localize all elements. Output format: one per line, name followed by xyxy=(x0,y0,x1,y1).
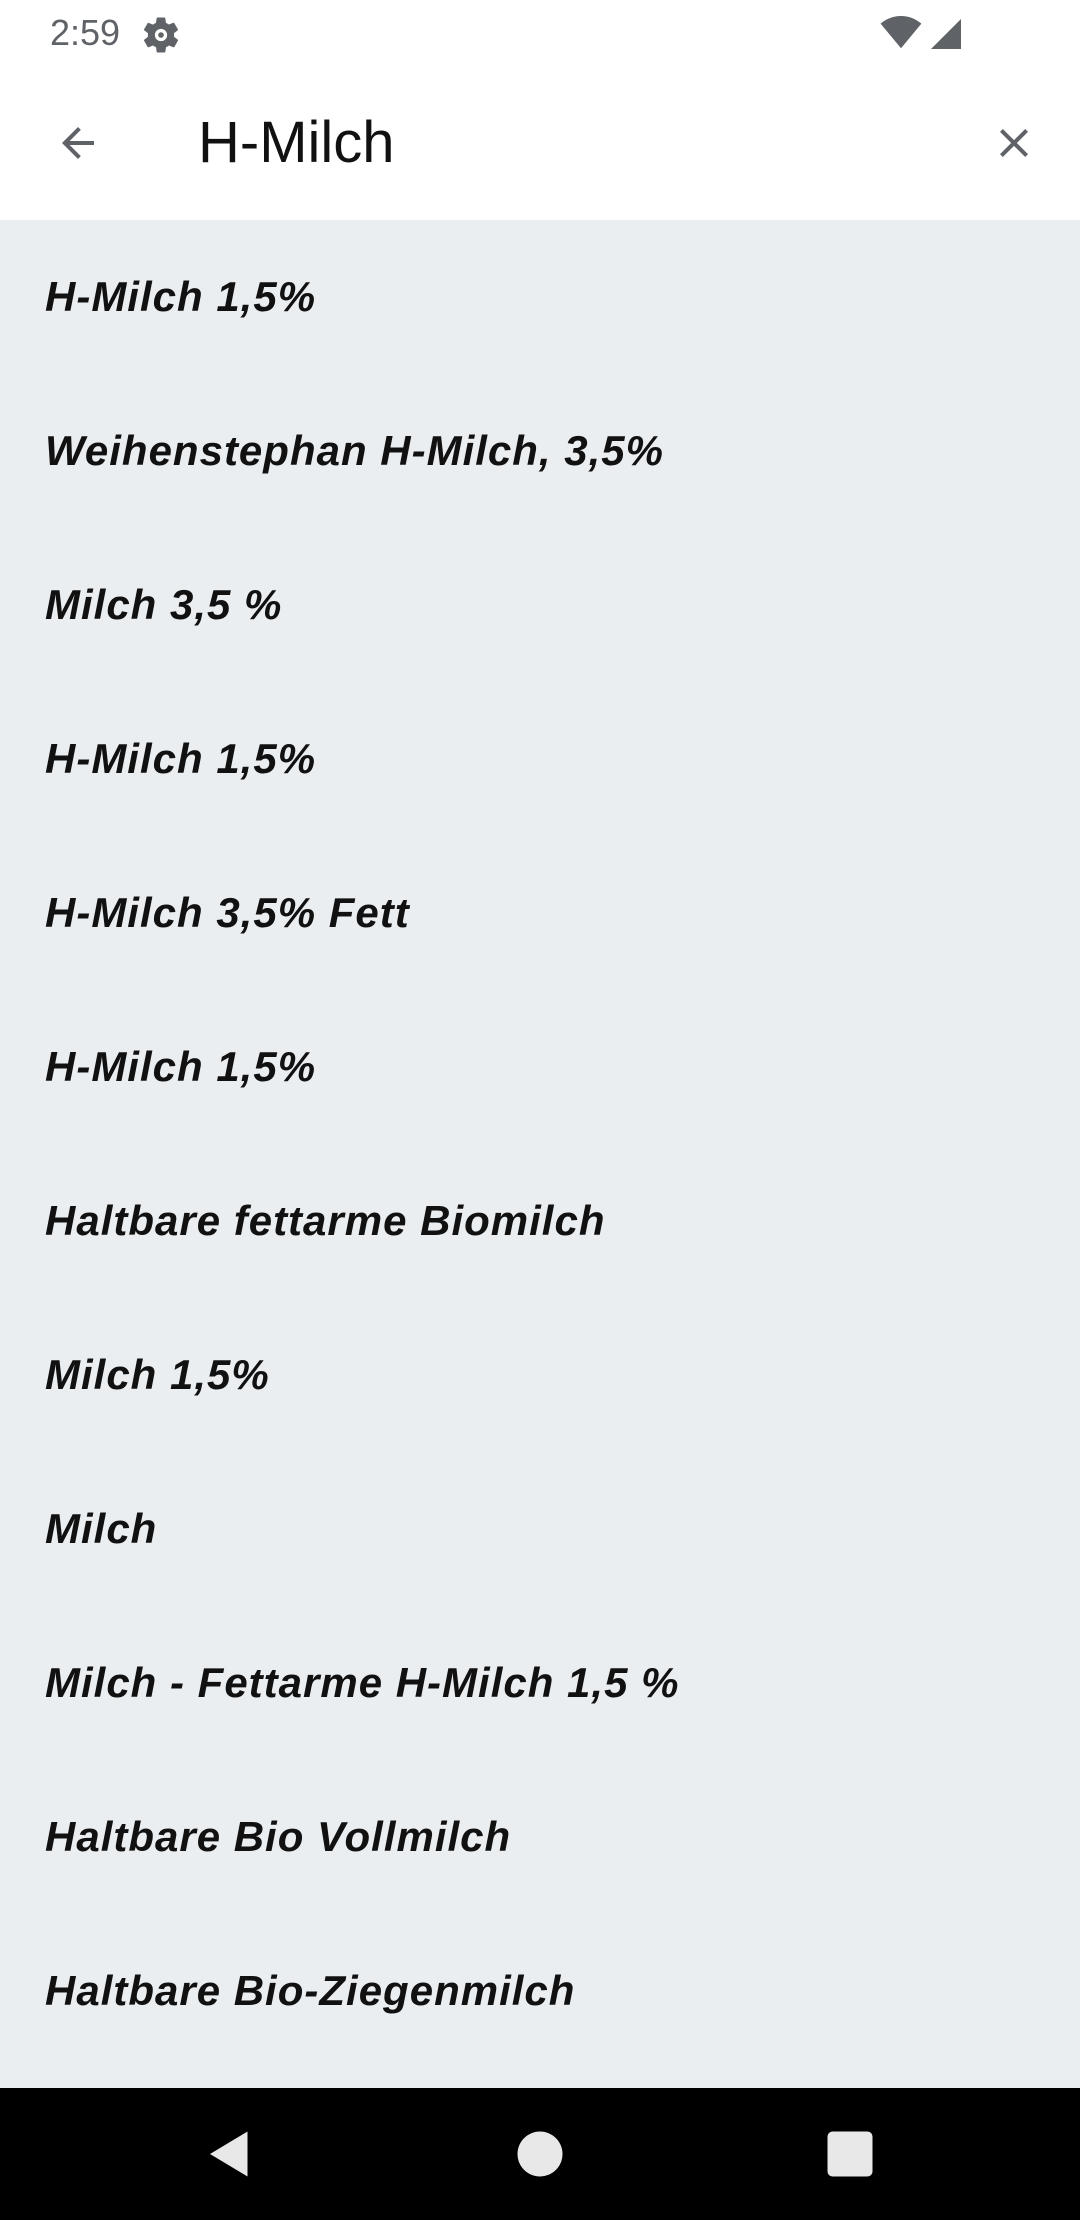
triangle-back-icon[interactable] xyxy=(200,2124,260,2184)
result-item[interactable]: H-Milch 3,5% Fett xyxy=(0,836,1080,990)
result-item[interactable]: Haltbare fettarme Biomilch xyxy=(0,1144,1080,1298)
signal-icon xyxy=(931,19,961,49)
result-label: H-Milch 1,5% xyxy=(45,273,317,320)
clear-search-button[interactable] xyxy=(982,111,1046,175)
square-recents-icon[interactable] xyxy=(820,2124,880,2184)
gear-icon xyxy=(143,17,179,53)
status-time: 2:59 xyxy=(50,12,121,53)
result-label: H-Milch 3,5% Fett xyxy=(45,889,410,936)
result-item[interactable]: Haltbare Bio-Ziegenmilch xyxy=(0,1914,1080,2068)
result-label: Haltbare Bio-Ziegenmilch xyxy=(45,1967,576,2014)
result-item[interactable]: Weihenstephan H-Milch, 3,5% xyxy=(0,374,1080,528)
result-item[interactable]: Milch xyxy=(0,1452,1080,1606)
result-label: Milch 3,5 % xyxy=(45,581,283,628)
result-label: H-Milch 1,5% xyxy=(45,735,317,782)
result-item[interactable]: Milch - Fettarme H-Milch 1,5 % xyxy=(0,1606,1080,1760)
wifi-icon xyxy=(880,16,922,49)
search-toolbar xyxy=(0,66,1080,220)
result-label: Weihenstephan H-Milch, 3,5% xyxy=(45,427,664,474)
search-results-list: H-Milch 1,5% Weihenstephan H-Milch, 3,5%… xyxy=(0,220,1080,2088)
result-label: H-Milch 1,5% xyxy=(45,1043,317,1090)
arrow-left-icon xyxy=(62,127,94,159)
system-navigation-bar xyxy=(0,2088,1080,2220)
result-item[interactable]: Haltbare Bio Vollmilch xyxy=(0,1760,1080,1914)
back-button[interactable] xyxy=(40,111,116,175)
result-item[interactable]: Milch 3,5 % xyxy=(0,528,1080,682)
result-label: Milch - Fettarme H-Milch 1,5 % xyxy=(45,1659,680,1706)
result-label: Milch xyxy=(45,1505,158,1552)
circle-home-icon[interactable] xyxy=(510,2124,570,2184)
result-item[interactable]: H-Milch 1,5% xyxy=(0,682,1080,836)
result-item[interactable]: Milch 1,5% xyxy=(0,1298,1080,1452)
result-label: Haltbare fettarme Biomilch xyxy=(45,1197,606,1244)
result-label: Haltbare Bio Vollmilch xyxy=(45,1813,512,1860)
result-label: Milch 1,5% xyxy=(45,1351,270,1398)
status-bar: 2:59 xyxy=(0,0,1080,66)
search-input[interactable] xyxy=(198,96,958,188)
close-icon xyxy=(1000,129,1028,157)
result-item[interactable]: H-Milch 1,5% xyxy=(0,990,1080,1144)
result-item[interactable]: H-Milch 1,5% xyxy=(0,220,1080,374)
